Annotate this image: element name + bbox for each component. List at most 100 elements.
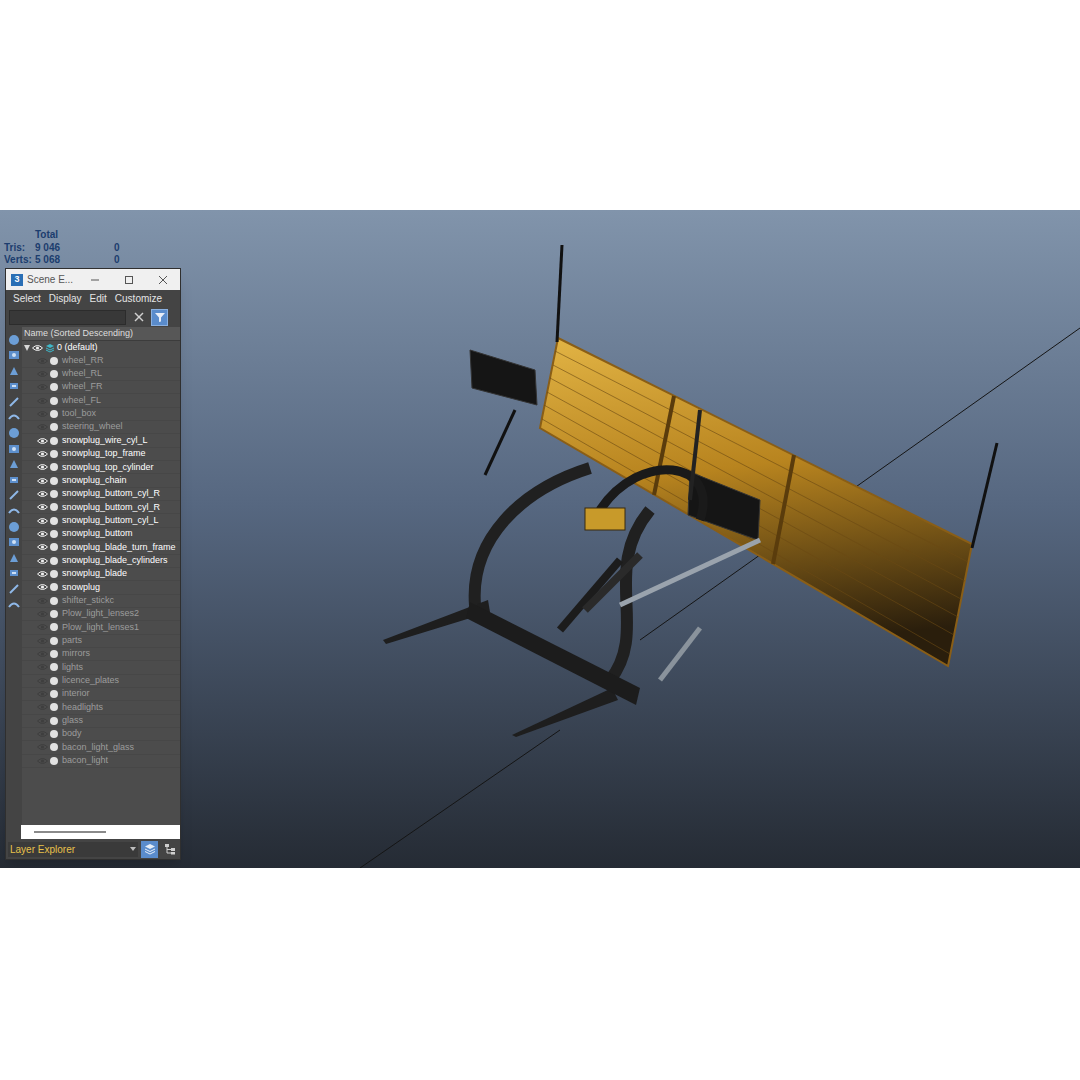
explorer-mode-dropdown[interactable]: Layer Explorer (8, 842, 138, 857)
layer-view-icon[interactable] (141, 841, 158, 858)
visibility-eye-icon[interactable] (37, 437, 48, 445)
visibility-eye-icon[interactable] (37, 530, 48, 538)
menu-item[interactable]: Customize (115, 291, 162, 306)
visibility-eye-icon[interactable] (37, 650, 48, 658)
freeze-dot[interactable] (50, 410, 58, 418)
toolbar-tool-icon[interactable] (8, 349, 21, 362)
layer-row[interactable]: parts (22, 635, 180, 648)
visibility-eye-icon[interactable] (37, 383, 48, 391)
freeze-dot[interactable] (50, 610, 58, 618)
freeze-dot[interactable] (50, 557, 58, 565)
freeze-dot[interactable] (50, 383, 58, 391)
layer-row[interactable]: body (22, 728, 180, 741)
freeze-dot[interactable] (50, 637, 58, 645)
visibility-eye-icon[interactable] (37, 743, 48, 751)
layer-row[interactable]: snowplug_top_frame (22, 448, 180, 461)
visibility-eye-icon[interactable] (37, 410, 48, 418)
freeze-dot[interactable] (50, 757, 58, 765)
visibility-eye-icon[interactable] (37, 703, 48, 711)
scene-explorer-window[interactable]: 3Scene E...SelectDisplayEditCustomizeNam… (5, 268, 181, 860)
freeze-dot[interactable] (50, 450, 58, 458)
visibility-eye-icon[interactable] (37, 623, 48, 631)
visibility-eye-icon[interactable] (37, 637, 48, 645)
layer-row[interactable]: headlights (22, 701, 180, 714)
layer-row[interactable]: snowplug_buttom_cyl_R (22, 488, 180, 501)
dropdown-arrow-icon[interactable] (130, 846, 136, 852)
layer-row[interactable]: snowplug_buttom (22, 528, 180, 541)
visibility-eye-icon[interactable] (37, 570, 48, 578)
freeze-dot[interactable] (50, 437, 58, 445)
layer-row[interactable]: snowplug_buttom_cyl_L (22, 514, 180, 527)
filter-icon[interactable] (151, 309, 168, 326)
viewport[interactable]: TotalTris:9 0460Verts:5 0680 3Scene E...… (0, 210, 1080, 868)
layer-row[interactable]: interior (22, 688, 180, 701)
visibility-eye-icon[interactable] (37, 490, 48, 498)
visibility-eye-icon[interactable] (37, 397, 48, 405)
freeze-dot[interactable] (50, 663, 58, 671)
layer-row[interactable]: snowplug_blade_turn_frame (22, 541, 180, 554)
visibility-eye-icon[interactable] (37, 610, 48, 618)
visibility-eye-icon[interactable] (37, 583, 48, 591)
visibility-eye-icon[interactable] (37, 370, 48, 378)
toolbar-tool-icon[interactable] (8, 551, 21, 564)
visibility-eye-icon[interactable] (37, 730, 48, 738)
layer-row[interactable]: bacon_light (22, 755, 180, 768)
freeze-dot[interactable] (50, 570, 58, 578)
close-icon[interactable] (146, 269, 180, 290)
layer-row[interactable]: glass (22, 715, 180, 728)
maximize-icon[interactable] (112, 269, 146, 290)
toolbar-tool-icon[interactable] (8, 427, 21, 440)
visibility-eye-icon[interactable] (37, 517, 48, 525)
visibility-eye-icon[interactable] (37, 463, 48, 471)
layer-row[interactable]: snowplug_buttom_cyl_R (22, 501, 180, 514)
visibility-eye-icon[interactable] (37, 690, 48, 698)
toolbar-tool-icon[interactable] (8, 364, 21, 377)
visibility-eye-icon[interactable] (37, 450, 48, 458)
freeze-dot[interactable] (50, 650, 58, 658)
toolbar-tool-icon[interactable] (8, 442, 21, 455)
layer-row[interactable]: licence_plates (22, 675, 180, 688)
toolbar-tool-icon[interactable] (8, 567, 21, 580)
layer-row[interactable]: snowplug_blade_cylinders (22, 555, 180, 568)
visibility-eye-icon[interactable] (37, 503, 48, 511)
toolbar-tool-icon[interactable] (8, 458, 21, 471)
visibility-eye-icon[interactable] (37, 717, 48, 725)
toolbar-tool-icon[interactable] (8, 395, 21, 408)
freeze-dot[interactable] (50, 397, 58, 405)
scrollbar-thumb[interactable] (34, 831, 106, 833)
visibility-eye-icon[interactable] (37, 663, 48, 671)
freeze-dot[interactable] (50, 357, 58, 365)
toolbar-tool-icon[interactable] (8, 536, 21, 549)
visibility-eye-icon[interactable] (37, 757, 48, 765)
visibility-eye-icon[interactable] (37, 677, 48, 685)
layer-row[interactable]: snowplug_wire_cyl_L (22, 434, 180, 447)
search-field[interactable] (9, 310, 126, 325)
freeze-dot[interactable] (50, 543, 58, 551)
layer-row[interactable]: wheel_RL (22, 368, 180, 381)
layer-row[interactable]: shifter_stickc (22, 595, 180, 608)
layer-row[interactable]: wheel_FL (22, 394, 180, 407)
layer-row[interactable]: mirrors (22, 648, 180, 661)
toolbar-tool-icon[interactable] (8, 380, 21, 393)
hierarchy-view-icon[interactable] (161, 841, 178, 858)
expand-toggle-icon[interactable] (23, 344, 31, 352)
menu-item[interactable]: Edit (90, 291, 107, 306)
menu-item[interactable]: Display (49, 291, 82, 306)
layer-row[interactable]: snowplug (22, 581, 180, 594)
freeze-dot[interactable] (50, 690, 58, 698)
column-header[interactable]: Name (Sorted Descending) (22, 327, 180, 341)
toolbar-tool-icon[interactable] (8, 505, 21, 518)
freeze-dot[interactable] (50, 423, 58, 431)
layer-row[interactable]: wheel_FR (22, 381, 180, 394)
visibility-eye-icon[interactable] (37, 477, 48, 485)
toolbar-tool-icon[interactable] (8, 473, 21, 486)
horizontal-scrollbar[interactable] (21, 825, 180, 839)
freeze-dot[interactable] (50, 703, 58, 711)
toolbar-tool-icon[interactable] (8, 333, 21, 346)
visibility-eye-icon[interactable] (37, 557, 48, 565)
freeze-dot[interactable] (50, 530, 58, 538)
toolbar-tool-icon[interactable] (8, 520, 21, 533)
clear-search-icon[interactable] (131, 309, 147, 325)
freeze-dot[interactable] (50, 597, 58, 605)
layer-row[interactable]: snowplug_chain (22, 474, 180, 487)
